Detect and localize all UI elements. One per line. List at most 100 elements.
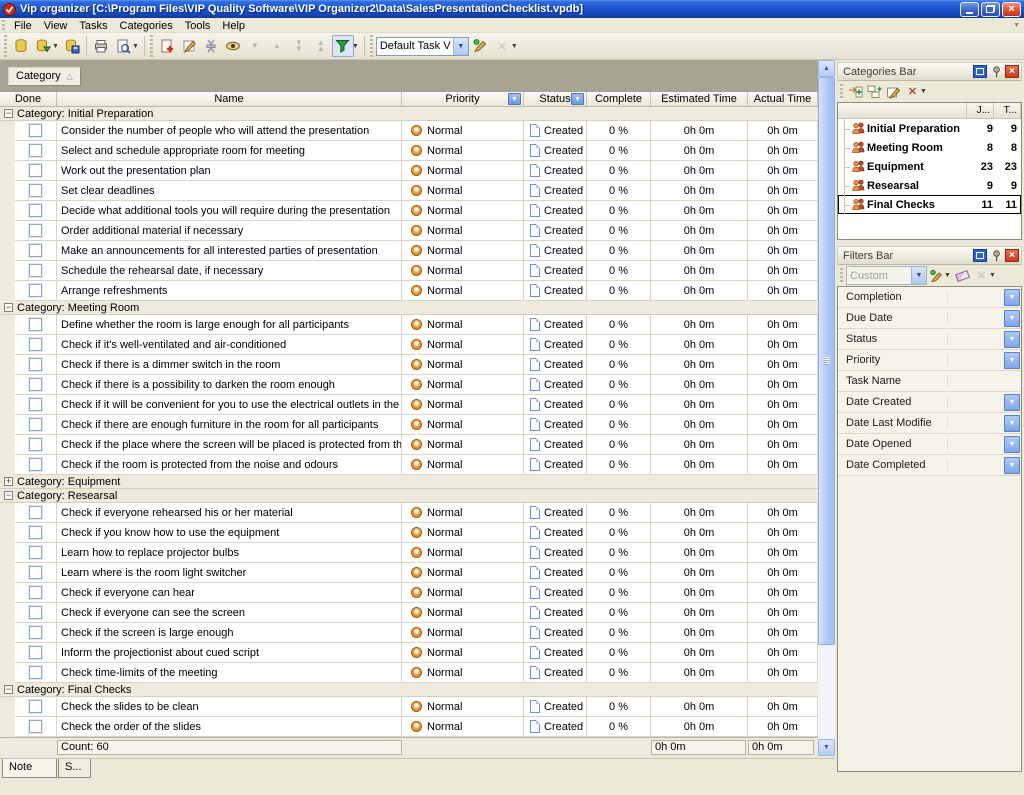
task-name-cell[interactable]: Select and schedule appropriate room for… xyxy=(57,141,402,161)
pin-icon[interactable] xyxy=(989,65,1003,78)
panel-float-icon[interactable] xyxy=(973,65,987,78)
edit-category-button[interactable] xyxy=(884,82,903,101)
task-row[interactable]: Set clear deadlines Normal Created 0 % 0… xyxy=(0,181,818,201)
task-priority-cell[interactable]: Normal xyxy=(402,395,524,415)
task-done-cell[interactable] xyxy=(15,395,57,415)
print-button[interactable] xyxy=(90,35,112,57)
panel-close-icon[interactable]: × xyxy=(1005,249,1019,262)
column-header-status[interactable]: Status ▼ xyxy=(524,92,587,106)
eye-button[interactable] xyxy=(222,35,244,57)
task-status-cell[interactable]: Created xyxy=(524,375,587,395)
task-status-cell[interactable]: Created xyxy=(524,563,587,583)
task-done-cell[interactable] xyxy=(15,375,57,395)
task-checkbox[interactable] xyxy=(29,526,42,539)
task-status-cell[interactable]: Created xyxy=(524,717,587,737)
task-name-cell[interactable]: Check if everyone rehearsed his or her m… xyxy=(57,503,402,523)
task-row[interactable]: Check if it will be convenient for you t… xyxy=(0,395,818,415)
chevron-down-icon[interactable]: ▼ xyxy=(1004,415,1020,432)
toolbar-drag-handle2[interactable] xyxy=(150,35,153,57)
filter-row[interactable]: Date Created ▼ xyxy=(838,392,1021,413)
task-done-cell[interactable] xyxy=(15,315,57,335)
task-priority-cell[interactable]: Normal xyxy=(402,261,524,281)
task-row[interactable]: Check if you know how to use the equipme… xyxy=(0,523,818,543)
column-header-actual-time[interactable]: Actual Time xyxy=(748,92,818,106)
task-priority-cell[interactable]: Normal xyxy=(402,455,524,475)
task-checkbox[interactable] xyxy=(29,284,42,297)
task-row[interactable]: Define whether the room is large enough … xyxy=(0,315,818,335)
task-checkbox[interactable] xyxy=(29,264,42,277)
vertical-scrollbar[interactable]: ▲ ▼ xyxy=(818,60,835,756)
column-header-priority[interactable]: Priority ▼ xyxy=(402,92,524,106)
task-status-cell[interactable]: Created xyxy=(524,201,587,221)
task-status-cell[interactable]: Created xyxy=(524,435,587,455)
task-name-cell[interactable]: Check if it will be convenient for you t… xyxy=(57,395,402,415)
delete-view-button[interactable]: ✕ xyxy=(491,35,513,57)
edit-task-button[interactable] xyxy=(178,35,200,57)
task-priority-cell[interactable]: Normal xyxy=(402,697,524,717)
task-row[interactable]: Check if everyone can hear Normal Create… xyxy=(0,583,818,603)
task-priority-cell[interactable]: Normal xyxy=(402,141,524,161)
task-status-cell[interactable]: Created xyxy=(524,181,587,201)
filter-row[interactable]: Due Date ▼ xyxy=(838,308,1021,329)
column-header-name[interactable]: Name xyxy=(57,92,402,106)
task-checkbox[interactable] xyxy=(29,438,42,451)
expand-icon[interactable]: + xyxy=(4,477,13,486)
task-name-cell[interactable]: Inform the projectionist about cued scri… xyxy=(57,643,402,663)
task-checkbox[interactable] xyxy=(29,378,42,391)
task-priority-cell[interactable]: Normal xyxy=(402,643,524,663)
chevron-down-icon[interactable]: ▼ xyxy=(453,38,468,55)
task-name-cell[interactable]: Check if the room is protected from the … xyxy=(57,455,402,475)
task-status-cell[interactable]: Created xyxy=(524,697,587,717)
task-checkbox[interactable] xyxy=(29,244,42,257)
task-priority-cell[interactable]: Normal xyxy=(402,315,524,335)
column-header-estimated-time[interactable]: Estimated Time xyxy=(651,92,748,106)
task-name-cell[interactable]: Check if there is a possibility to darke… xyxy=(57,375,402,395)
column-header-complete[interactable]: Complete xyxy=(587,92,651,106)
task-row[interactable]: Schedule the rehearsal date, if necessar… xyxy=(0,261,818,281)
task-name-cell[interactable]: Arrange refreshments xyxy=(57,281,402,301)
menu-item-categories[interactable]: Categories xyxy=(114,20,179,32)
scroll-up-icon[interactable]: ▲ xyxy=(818,60,835,77)
filter-row[interactable]: Completion ▼ xyxy=(838,287,1021,308)
task-name-cell[interactable]: Check the order of the slides xyxy=(57,717,402,737)
chevron-down-icon[interactable]: ▼ xyxy=(1004,331,1020,348)
task-done-cell[interactable] xyxy=(15,121,57,141)
task-row[interactable]: Check if the room is protected from the … xyxy=(0,455,818,475)
task-priority-cell[interactable]: Normal xyxy=(402,335,524,355)
category-list-item[interactable]: Equipment 23 23 xyxy=(838,157,1021,176)
categories-bar-titlebar[interactable]: Categories Bar × xyxy=(837,62,1022,81)
task-priority-cell[interactable]: Normal xyxy=(402,543,524,563)
task-checkbox[interactable] xyxy=(29,204,42,217)
task-done-cell[interactable] xyxy=(15,355,57,375)
task-checkbox[interactable] xyxy=(29,506,42,519)
task-status-cell[interactable]: Created xyxy=(524,643,587,663)
task-checkbox[interactable] xyxy=(29,666,42,679)
task-row[interactable]: Inform the projectionist about cued scri… xyxy=(0,643,818,663)
task-checkbox[interactable] xyxy=(29,720,42,733)
filter-row[interactable]: Date Opened ▼ xyxy=(838,434,1021,455)
task-row[interactable]: Learn how to replace projector bulbs Nor… xyxy=(0,543,818,563)
task-priority-cell[interactable]: Normal xyxy=(402,201,524,221)
menu-item-tools[interactable]: Tools xyxy=(179,20,217,32)
chevron-down-icon[interactable]: ▼ xyxy=(1004,394,1020,411)
task-name-cell[interactable]: Set clear deadlines xyxy=(57,181,402,201)
restore-button[interactable] xyxy=(981,2,1000,17)
task-priority-cell[interactable]: Normal xyxy=(402,603,524,623)
task-checkbox[interactable] xyxy=(29,646,42,659)
task-checkbox[interactable] xyxy=(29,144,42,157)
close-button[interactable]: × xyxy=(1002,2,1021,17)
task-name-cell[interactable]: Make an announcements for all interested… xyxy=(57,241,402,261)
task-priority-cell[interactable]: Normal xyxy=(402,717,524,737)
category-list-item[interactable]: Final Checks 11 11 xyxy=(838,195,1021,214)
panel-float-icon[interactable] xyxy=(973,249,987,262)
task-name-cell[interactable]: Check if everyone can see the screen xyxy=(57,603,402,623)
filter-funnel-button[interactable] xyxy=(332,35,354,57)
open-database-button[interactable] xyxy=(32,35,54,57)
task-priority-cell[interactable]: Normal xyxy=(402,241,524,261)
task-row[interactable]: Make an announcements for all interested… xyxy=(0,241,818,261)
task-priority-cell[interactable]: Normal xyxy=(402,355,524,375)
menubar-drag-handle[interactable] xyxy=(2,20,5,30)
task-row[interactable]: Arrange refreshments Normal Created 0 % … xyxy=(0,281,818,301)
categories-toolbar-overflow-icon[interactable]: ▼ xyxy=(920,88,927,95)
task-name-cell[interactable]: Check if everyone can hear xyxy=(57,583,402,603)
